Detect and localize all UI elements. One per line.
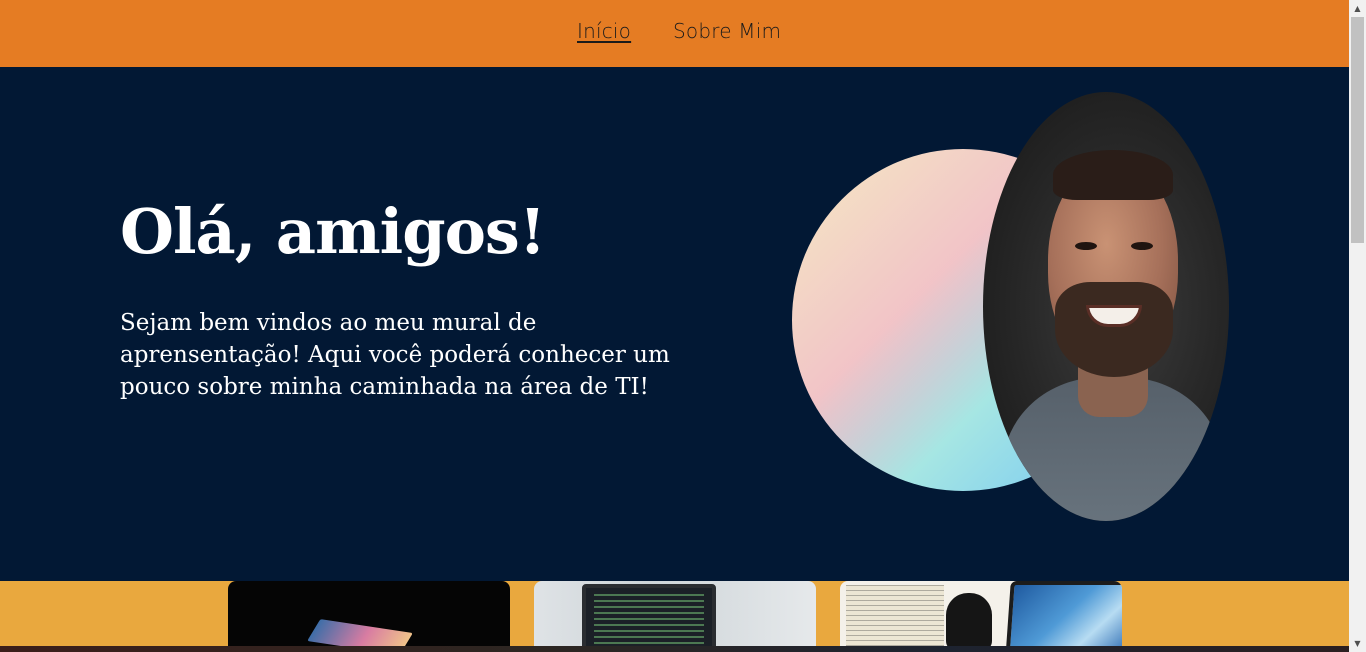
scroll-up-arrow-icon[interactable]: ▲: [1349, 0, 1366, 17]
top-navigation-bar: Início Sobre Mim: [0, 0, 1349, 67]
page: Início Sobre Mim Olá, amigos! Sejam bem …: [0, 0, 1349, 652]
vertical-scrollbar[interactable]: ▲ ▼: [1349, 0, 1366, 652]
hero-description: Sejam bem vindos ao meu mural de aprense…: [120, 310, 670, 400]
nav-link-inicio[interactable]: Início: [577, 19, 631, 43]
nav-link-sobre-mim[interactable]: Sobre Mim: [673, 19, 781, 43]
tablet-illustration: [1005, 581, 1122, 652]
profile-photo: [983, 92, 1229, 521]
hero-section: Olá, amigos! Sejam bem vindos ao meu mur…: [0, 67, 1349, 581]
photo-left-eye: [1075, 242, 1097, 250]
cards-section: [0, 581, 1349, 652]
paper-illustration: [846, 585, 944, 652]
code-screen-illustration: [582, 584, 716, 652]
card-desk-image[interactable]: [840, 581, 1122, 652]
photo-hair: [1053, 150, 1173, 200]
card-laptop-image[interactable]: [228, 581, 510, 652]
hero-title: Olá, amigos!: [120, 195, 546, 268]
card-code-screen-image[interactable]: [534, 581, 816, 652]
next-section-edge: [0, 646, 1349, 652]
scrollbar-thumb[interactable]: [1351, 17, 1364, 243]
photo-beard: [1055, 282, 1173, 377]
scroll-down-arrow-icon[interactable]: ▼: [1349, 635, 1366, 652]
camera-lens-illustration: [946, 593, 992, 651]
photo-right-eye: [1131, 242, 1153, 250]
